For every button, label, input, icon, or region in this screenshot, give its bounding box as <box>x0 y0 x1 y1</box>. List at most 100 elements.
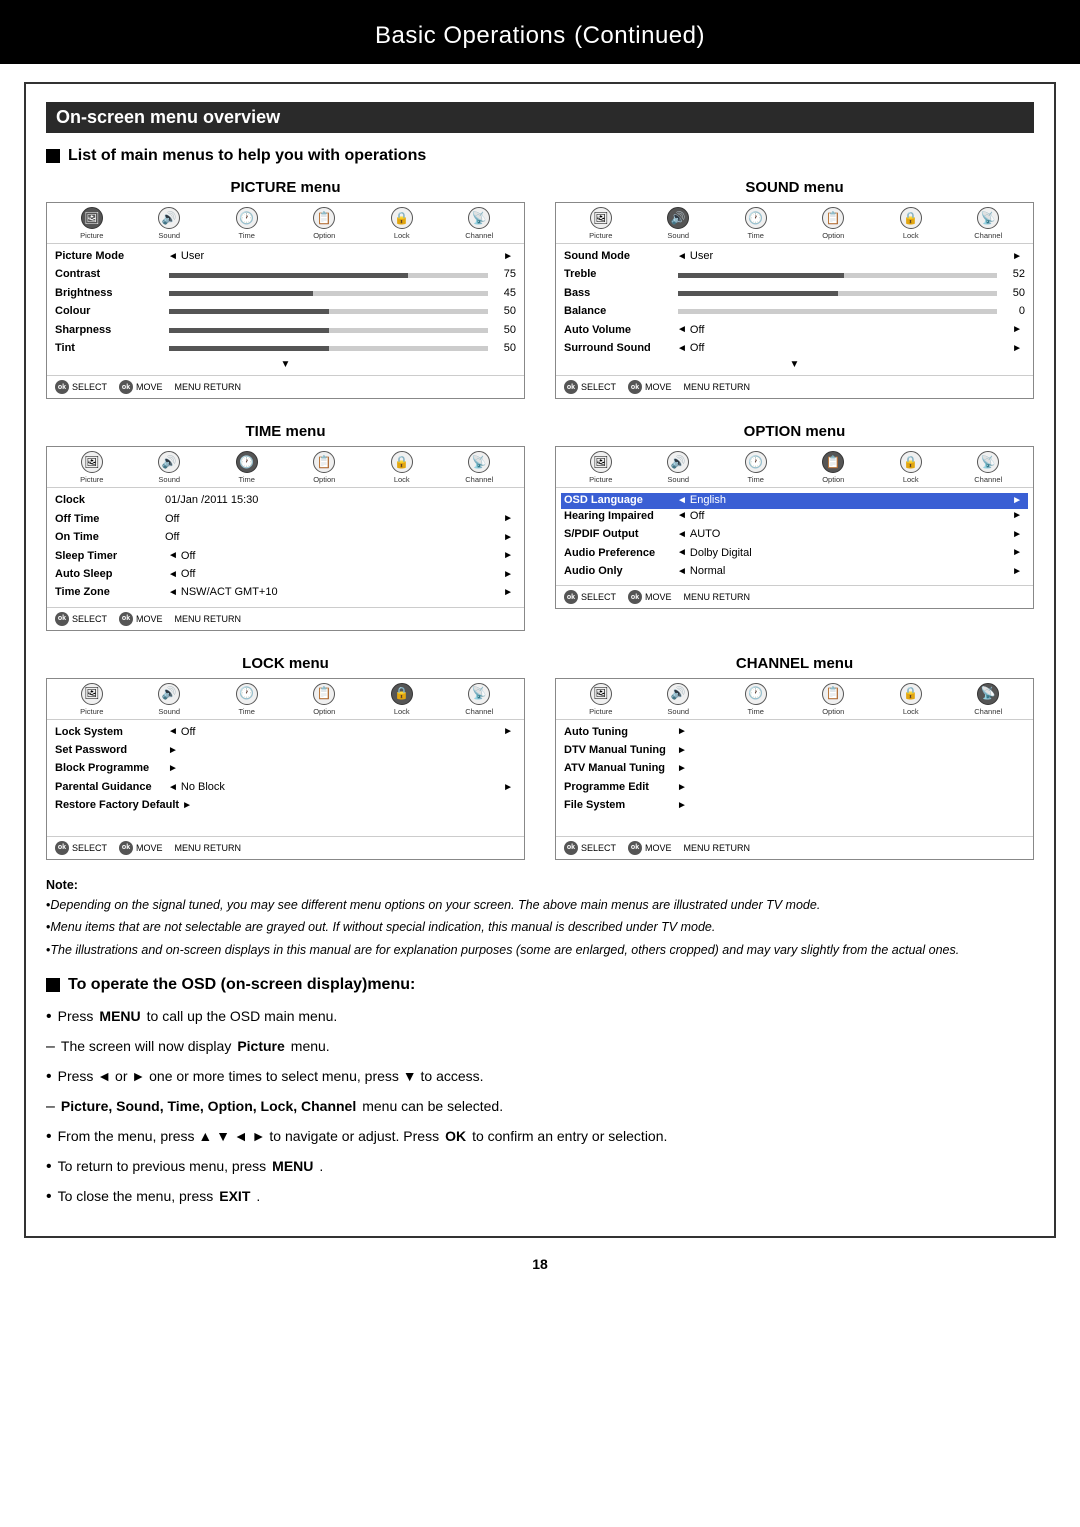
sound-row-autovol: Auto Volume ◄ Off ► <box>564 323 1025 338</box>
sound-row-treble: Treble 52 <box>564 267 1025 282</box>
note-label: Note: <box>46 878 1034 892</box>
channel-menu-title: CHANNEL menu <box>555 655 1034 672</box>
osd-item-5: From the menu, press ▲ ▼ ◄ ► to navigate… <box>46 1126 1034 1149</box>
sound-row-mode: Sound Mode ◄ User ► <box>564 249 1025 264</box>
option-icon-option: 📋 Option <box>815 451 851 484</box>
sound-row-bass: Bass 50 <box>564 286 1025 301</box>
section-header: On-screen menu overview <box>46 102 1034 133</box>
osd-section: To operate the OSD (on-screen display)me… <box>46 976 1034 1209</box>
lock-menu-icons: 🖼 Picture 🔊 Sound 🕐 Time 📋 Option <box>47 679 524 720</box>
picture-icon-picture: 🖼 Picture <box>74 207 110 240</box>
channel-menu-box: 🖼 Picture 🔊 Sound 🕐 Time 📋 Option <box>555 678 1034 860</box>
sound-icon-lock: 🔒 Lock <box>893 207 929 240</box>
lock-menu-section: LOCK menu 🖼 Picture 🔊 Sound 🕐 Time <box>46 655 525 860</box>
option-icon-sound: 🔊 Sound <box>660 451 696 484</box>
picture-menu-title: PICTURE menu <box>46 179 525 196</box>
lock-icon-lock: 🔒 Lock <box>384 683 420 716</box>
page-title: Basic Operations <box>375 22 566 49</box>
osd-list: Press MENU to call up the OSD main menu.… <box>46 1006 1034 1209</box>
osd-black-square-icon <box>46 978 60 992</box>
channel-row-progedit: Programme Edit ► <box>564 780 1025 795</box>
time-icon-picture: 🖼 Picture <box>74 451 110 484</box>
osd-title: To operate the OSD (on-screen display)me… <box>46 976 1034 994</box>
osd-item-6: To return to previous menu, press MENU. <box>46 1156 1034 1179</box>
sound-icon-time: 🕐 Time <box>738 207 774 240</box>
page-number: 18 <box>0 1256 1080 1272</box>
sound-icon-sound: 🔊 Sound <box>660 207 696 240</box>
lock-icon-option: 📋 Option <box>306 683 342 716</box>
option-row-hearing: Hearing Impaired ◄ Off ► <box>564 509 1025 524</box>
time-menu-title: TIME menu <box>46 423 525 440</box>
page-header: Basic Operations (Continued) <box>0 0 1080 64</box>
option-menu-footer: ok SELECT ok MOVE MENU RETURN <box>556 585 1033 608</box>
picture-icon-lock: 🔒 Lock <box>384 207 420 240</box>
picture-row-tint: Tint 50 <box>55 341 516 356</box>
list-title: List of main menus to help you with oper… <box>46 147 1034 165</box>
option-row-osd: OSD Language ◄ English ► <box>561 493 1028 508</box>
picture-row-colour: Colour 50 <box>55 304 516 319</box>
time-icon-option: 📋 Option <box>306 451 342 484</box>
channel-menu-rows: Auto Tuning ► DTV Manual Tuning ► ATV Ma… <box>556 720 1033 820</box>
time-row-offtime: Off Time Off ► <box>55 512 516 527</box>
time-row-clock: Clock 01/Jan /2011 15:30 <box>55 493 516 508</box>
option-menu-rows: OSD Language ◄ English ► Hearing Impaire… <box>556 488 1033 585</box>
picture-row-contrast: Contrast 75 <box>55 267 516 282</box>
page-title-continued: (Continued) <box>574 22 705 49</box>
time-row-timezone: Time Zone ◄ NSW/ACT GMT+10 ► <box>55 585 516 600</box>
picture-icon-option: 📋 Option <box>306 207 342 240</box>
channel-icon-time: 🕐 Time <box>738 683 774 716</box>
sound-menu-section: SOUND menu 🖼 Picture 🔊 Sound 🕐 Time <box>555 179 1034 399</box>
option-row-spdif: S/PDIF Output ◄ AUTO ► <box>564 527 1025 542</box>
channel-row-dtvmanual: DTV Manual Tuning ► <box>564 743 1025 758</box>
sound-menu-icons: 🖼 Picture 🔊 Sound 🕐 Time 📋 Option <box>556 203 1033 244</box>
option-menu-section: OPTION menu 🖼 Picture 🔊 Sound 🕐 Time <box>555 423 1034 630</box>
option-menu-icons: 🖼 Picture 🔊 Sound 🕐 Time 📋 Option <box>556 447 1033 488</box>
lock-icon-channel: 📡 Channel <box>461 683 497 716</box>
option-icon-lock: 🔒 Lock <box>893 451 929 484</box>
option-row-audiopref: Audio Preference ◄ Dolby Digital ► <box>564 546 1025 561</box>
channel-row-filesystem: File System ► <box>564 798 1025 813</box>
channel-icon-lock: 🔒 Lock <box>893 683 929 716</box>
osd-item-1: Press MENU to call up the OSD main menu. <box>46 1006 1034 1029</box>
time-menu-rows: Clock 01/Jan /2011 15:30 Off Time Off ► … <box>47 488 524 606</box>
lock-row-restore: Restore Factory Default ► <box>55 798 516 813</box>
time-icon-sound: 🔊 Sound <box>151 451 187 484</box>
sound-row-surround: Surround Sound ◄ Off ► <box>564 341 1025 356</box>
menus-grid: PICTURE menu 🖼 Picture 🔊 Sound 🕐 Time <box>46 179 1034 860</box>
option-icon-channel: 📡 Channel <box>970 451 1006 484</box>
black-square-icon <box>46 149 60 163</box>
picture-icon-time: 🕐 Time <box>229 207 265 240</box>
lock-row-parental: Parental Guidance ◄ No Block ► <box>55 780 516 795</box>
lock-icon-time: 🕐 Time <box>229 683 265 716</box>
channel-menu-icons: 🖼 Picture 🔊 Sound 🕐 Time 📋 Option <box>556 679 1033 720</box>
note-section: Note: •Depending on the signal tuned, yo… <box>46 878 1034 960</box>
lock-icon-sound: 🔊 Sound <box>151 683 187 716</box>
channel-menu-footer: ok SELECT ok MOVE MENU RETURN <box>556 836 1033 859</box>
option-row-audioonly: Audio Only ◄ Normal ► <box>564 564 1025 579</box>
picture-row-mode: Picture Mode ◄ User ► <box>55 249 516 264</box>
sound-menu-rows: Sound Mode ◄ User ► Treble 52 Bass 50 <box>556 244 1033 375</box>
picture-menu-rows: Picture Mode ◄ User ► Contrast 75 Bright… <box>47 244 524 375</box>
note-item-3: •The illustrations and on-screen display… <box>46 941 1034 960</box>
sound-menu-title: SOUND menu <box>555 179 1034 196</box>
time-icon-channel: 📡 Channel <box>461 451 497 484</box>
option-menu-title: OPTION menu <box>555 423 1034 440</box>
note-item-1: •Depending on the signal tuned, you may … <box>46 896 1034 915</box>
sound-menu-footer: ok SELECT ok MOVE MENU RETURN <box>556 375 1033 398</box>
osd-item-4: Picture, Sound, Time, Option, Lock, Chan… <box>46 1096 1034 1119</box>
channel-row-autotuning: Auto Tuning ► <box>564 725 1025 740</box>
picture-menu-icons: 🖼 Picture 🔊 Sound 🕐 Time 📋 Option <box>47 203 524 244</box>
picture-menu-footer: ok SELECT ok MOVE MENU RETURN <box>47 375 524 398</box>
lock-menu-rows: Lock System ◄ Off ► Set Password ► Block… <box>47 720 524 820</box>
time-menu-section: TIME menu 🖼 Picture 🔊 Sound 🕐 Time <box>46 423 525 630</box>
lock-row-block: Block Programme ► <box>55 761 516 776</box>
lock-menu-title: LOCK menu <box>46 655 525 672</box>
time-menu-footer: ok SELECT ok MOVE MENU RETURN <box>47 607 524 630</box>
lock-row-password: Set Password ► <box>55 743 516 758</box>
picture-icon-sound: 🔊 Sound <box>151 207 187 240</box>
time-row-autosleep: Auto Sleep ◄ Off ► <box>55 567 516 582</box>
picture-row-brightness: Brightness 45 <box>55 286 516 301</box>
channel-icon-sound: 🔊 Sound <box>660 683 696 716</box>
note-item-2: •Menu items that are not selectable are … <box>46 918 1034 937</box>
time-row-sleep: Sleep Timer ◄ Off ► <box>55 549 516 564</box>
